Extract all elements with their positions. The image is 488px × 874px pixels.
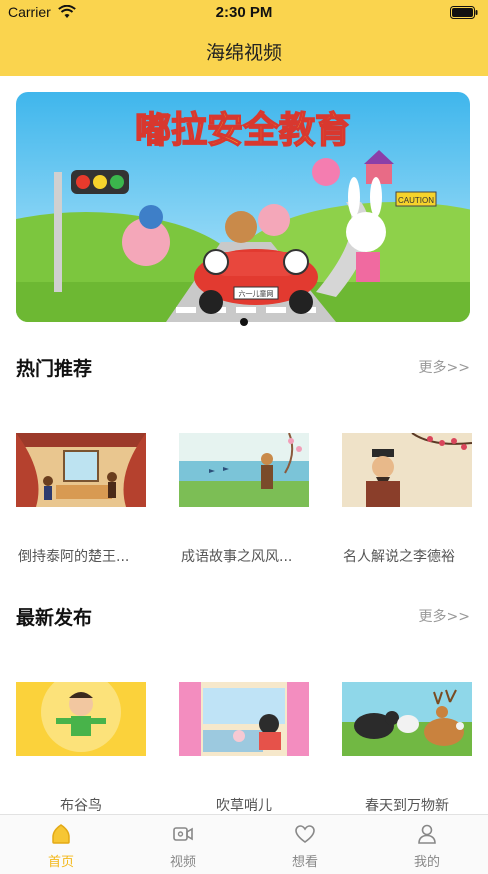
video-thumbnail-latest-1[interactable] — [16, 682, 146, 756]
car-plate-text: 六一儿童网 — [239, 289, 274, 298]
video-title-hot-2[interactable]: 成语故事之风风... — [181, 546, 325, 566]
person-icon — [418, 824, 436, 844]
more-link-latest[interactable]: 更多>> — [419, 606, 470, 626]
home-icon — [52, 824, 70, 844]
status-bar: Carrier 2:30 PM — [0, 0, 488, 26]
video-thumbnail-hot-1[interactable] — [16, 433, 146, 507]
page-title: 海绵视频 — [205, 42, 282, 64]
heart-icon — [295, 825, 315, 843]
carousel-indicator[interactable] — [240, 318, 248, 326]
video-title-latest-3[interactable]: 春天到万物新 — [335, 795, 479, 815]
video-icon — [173, 827, 193, 841]
tab-want-to-watch[interactable]: 想看 — [244, 815, 366, 874]
nav-bar: 海绵视频 — [0, 26, 488, 76]
video-thumbnail-image — [342, 433, 472, 507]
video-title-latest-2[interactable]: 吹草哨儿 — [172, 795, 316, 815]
tab-mine[interactable]: 我的 — [366, 815, 488, 874]
tab-home[interactable]: 首页 — [0, 815, 122, 874]
caution-sign-text: CAUTION — [398, 196, 434, 205]
video-thumbnail-image — [179, 433, 309, 507]
video-title-hot-1[interactable]: 倒持泰阿的楚王... — [18, 546, 162, 566]
tab-video[interactable]: 视频 — [122, 815, 244, 874]
video-thumbnail-image — [342, 682, 472, 756]
banner-carousel[interactable]: CAUTION 嘟拉安全教育 六一儿童网 — [16, 92, 470, 322]
video-thumbnail-latest-2[interactable] — [179, 682, 309, 756]
section-title-latest: 最新发布 — [16, 607, 93, 629]
tab-mine-label: 我的 — [413, 855, 440, 870]
tab-want-to-watch-label: 想看 — [291, 855, 318, 870]
video-thumbnail-image — [16, 682, 146, 756]
video-thumbnail-latest-3[interactable] — [342, 682, 472, 756]
banner-image: CAUTION 嘟拉安全教育 六一儿童网 — [16, 92, 470, 322]
video-thumbnail-image — [16, 433, 146, 507]
section-title-hot: 热门推荐 — [16, 358, 93, 380]
video-title-latest-1[interactable]: 布谷鸟 — [9, 795, 153, 815]
status-time: 2:30 PM — [215, 4, 273, 21]
more-link-hot[interactable]: 更多>> — [419, 357, 470, 377]
video-thumbnail-hot-3[interactable] — [342, 433, 472, 507]
video-thumbnail-hot-2[interactable] — [179, 433, 309, 507]
battery-icon — [450, 6, 478, 19]
video-title-hot-3[interactable]: 名人解说之李德裕 — [343, 546, 487, 566]
tab-bar: 首页 视频 想看 我的 — [0, 814, 488, 874]
video-thumbnail-image — [179, 682, 309, 756]
tab-video-label: 视频 — [169, 855, 196, 870]
banner-headline: 嘟拉安全教育 — [135, 109, 351, 151]
tab-home-label: 首页 — [47, 855, 74, 870]
